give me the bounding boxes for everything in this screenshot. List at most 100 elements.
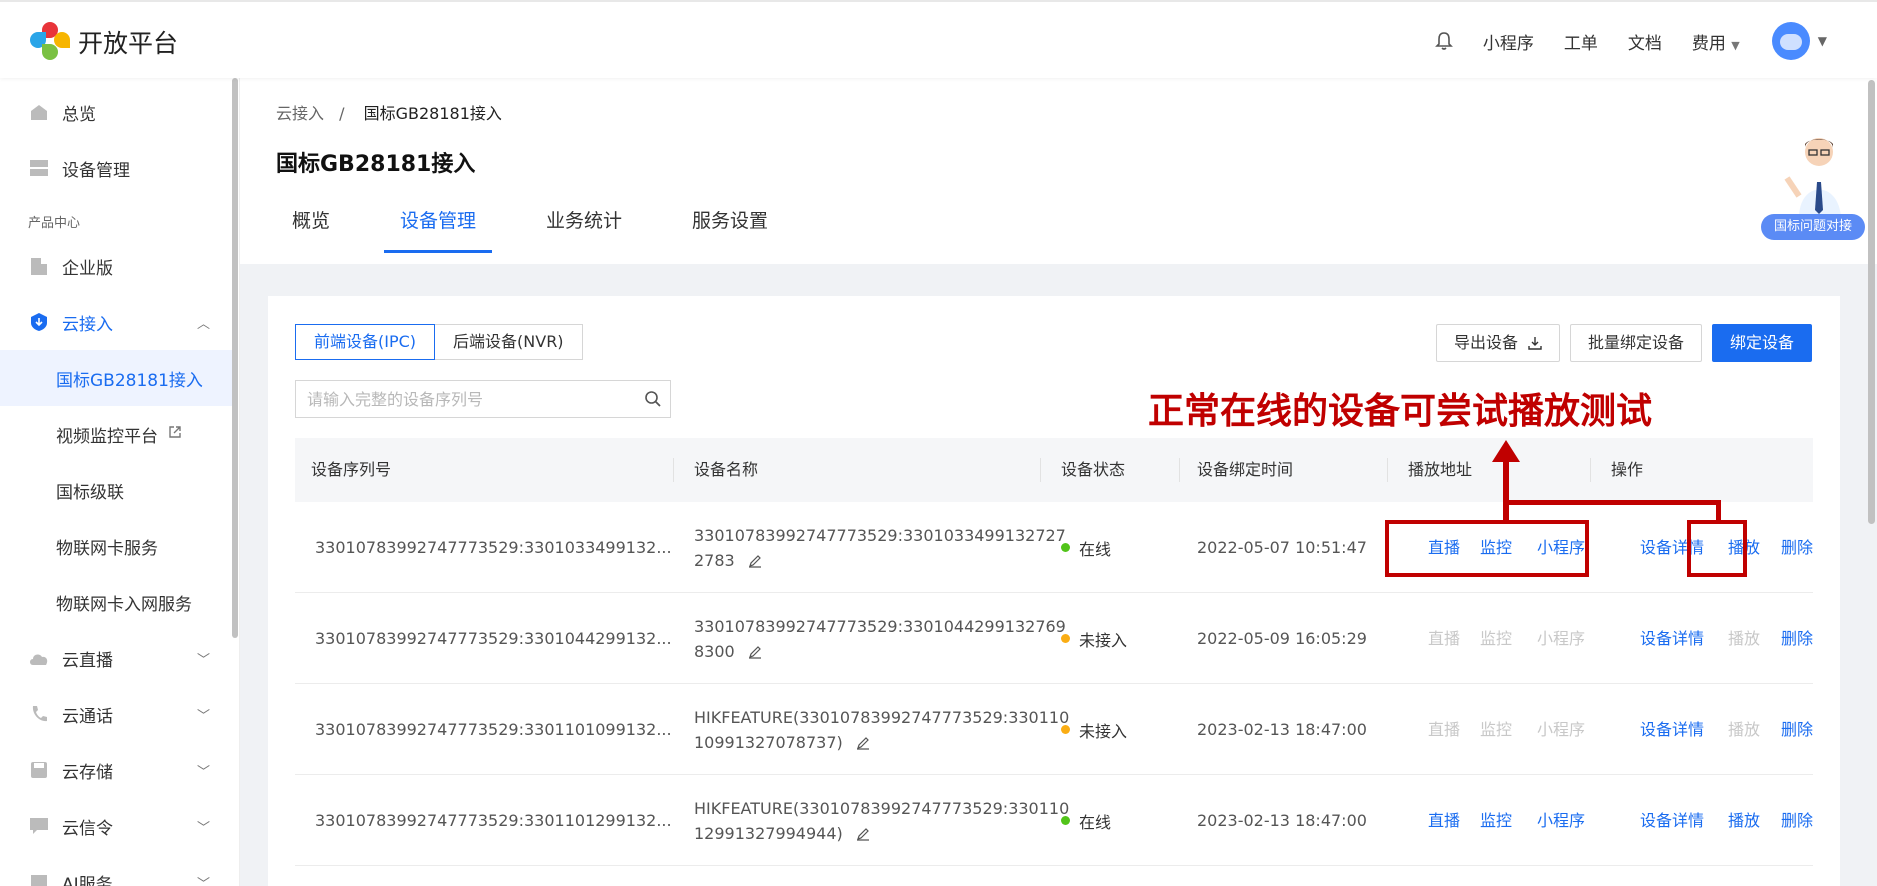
mascot-icon (1784, 138, 1841, 218)
sidebar-item-cloud-access[interactable]: 云接入 ︿ (0, 294, 232, 350)
delete-link[interactable]: 删除 (1781, 593, 1813, 684)
status-cell: 未接入 (1061, 684, 1127, 775)
page-scrollbar[interactable] (1868, 80, 1875, 524)
sidebar-item-cloud-call[interactable]: 云通话 ﹀ (0, 686, 232, 742)
export-button[interactable]: 导出设备 (1435, 324, 1560, 362)
status-dot-icon (1061, 725, 1070, 734)
device-detail-link[interactable]: 设备详情 (1640, 684, 1704, 775)
message-icon (28, 816, 50, 836)
col-name: 设备名称 (694, 460, 759, 479)
sidebar-item-iot-card-network[interactable]: 物联网卡入网服务 (0, 574, 232, 630)
top-nav: 小程序 工单 文档 费用 ▼ ▼ (1434, 2, 1877, 80)
edit-icon[interactable] (748, 645, 762, 659)
serial-number: 33010783992747773529:3301033499132... (315, 538, 672, 557)
miniprogram-link[interactable]: 小程序 (1537, 593, 1585, 684)
live-link[interactable]: 直播 (1428, 684, 1460, 775)
serial-cell: 33010783992747773529:3301101099132... (315, 684, 672, 775)
monitor-link[interactable]: 监控 (1480, 593, 1512, 684)
search-icon[interactable] (644, 390, 662, 408)
breadcrumb-parent[interactable]: 云接入 (276, 104, 324, 123)
device-type-toggle: 前端设备(IPC) 后端设备(NVR) (295, 324, 583, 360)
chevron-down-icon: ﹀ (196, 876, 210, 886)
col-divider (1590, 458, 1591, 482)
chevron-up-icon: ︿ (196, 316, 210, 332)
front-device-tab[interactable]: 前端设备(IPC) (295, 324, 436, 360)
tab-device-mgmt[interactable]: 设备管理 (384, 206, 493, 253)
brand-logo-icon (28, 22, 70, 62)
logo[interactable]: 开放平台 (28, 22, 178, 62)
device-name: HIKFEATURE(33010783992747773529:330110 (694, 708, 1070, 727)
sidebar-item-label: 国标GB28181接入 (56, 370, 203, 391)
nav-ticket[interactable]: 工单 (1564, 29, 1598, 54)
miniprogram-link[interactable]: 小程序 (1537, 775, 1585, 866)
edit-icon[interactable] (856, 827, 870, 841)
annotation-arrow-icon (1492, 440, 1520, 462)
serial-cell: 33010783992747773529:3301044299132... (315, 593, 672, 684)
miniprogram-link[interactable]: 小程序 (1537, 684, 1585, 775)
name-cell: HIKFEATURE(33010783992747773529:330110 1… (694, 775, 1070, 866)
device-name: HIKFEATURE(33010783992747773529:330110 (694, 799, 1070, 818)
support-helper[interactable]: 国标问题对接 (1761, 130, 1865, 240)
play-link[interactable]: 播放 (1728, 593, 1760, 684)
sidebar-item-cloud-storage[interactable]: 云存储 ﹀ (0, 742, 232, 798)
sidebar-item-ai[interactable]: AI服务 ﹀ (0, 854, 232, 886)
name-cell: 33010783992747773529:3301033499132727 27… (694, 502, 1066, 593)
search-input[interactable] (296, 381, 616, 417)
name-cell: 33010783992747773529:3301044299132769 83… (694, 593, 1066, 684)
col-divider (1040, 458, 1041, 482)
play-link[interactable]: 播放 (1728, 775, 1760, 866)
sidebar-scrollbar[interactable] (232, 78, 238, 638)
phone-icon (28, 704, 50, 724)
sidebar-item-label: 物联网卡服务 (56, 538, 158, 559)
avatar[interactable] (1771, 22, 1810, 60)
sidebar-item-cloud-signal[interactable]: 云信令 ﹀ (0, 798, 232, 854)
shield-icon (28, 312, 50, 332)
bind-time: 2022-05-07 10:51:47 (1197, 538, 1367, 557)
nav-fees[interactable]: 费用 ▼ (1692, 29, 1740, 54)
sidebar-item-cloud-live[interactable]: 云直播 ﹀ (0, 630, 232, 686)
sidebar-item-iot-card[interactable]: 物联网卡服务 (0, 518, 232, 574)
serial-cell: 33010783992747773529:3301033499132... (315, 502, 672, 593)
live-link[interactable]: 直播 (1428, 593, 1460, 684)
delete-link[interactable]: 删除 (1781, 684, 1813, 775)
status-badge: 未接入 (1079, 630, 1128, 650)
bind-device-button[interactable]: 绑定设备 (1711, 324, 1812, 362)
bell-icon[interactable] (1434, 31, 1453, 51)
sidebar-item-label: 设备管理 (62, 160, 130, 181)
table-row: 33010783992747773529:3301044299132... 33… (295, 593, 1813, 684)
live-link[interactable]: 直播 (1428, 775, 1460, 866)
delete-link[interactable]: 删除 (1781, 775, 1813, 866)
breadcrumb-current: 国标GB28181接入 (363, 104, 502, 123)
sidebar-item-gb28181[interactable]: 国标GB28181接入 (0, 350, 232, 406)
table-row: 33010783992747773529:3301101099132... HI… (295, 684, 1813, 775)
play-link[interactable]: 播放 (1728, 684, 1760, 775)
nav-miniprogram[interactable]: 小程序 (1483, 29, 1534, 54)
batch-bind-button[interactable]: 批量绑定设备 (1569, 324, 1702, 362)
sidebar-item-enterprise[interactable]: 企业版 (0, 238, 232, 294)
sidebar-item-overview[interactable]: 总览 (0, 84, 232, 140)
helper-label[interactable]: 国标问题对接 (1761, 214, 1865, 240)
tab-overview[interactable]: 概览 (276, 206, 346, 253)
device-detail-link[interactable]: 设备详情 (1640, 593, 1704, 684)
device-name-cont: 12991327994944) (694, 824, 843, 843)
sidebar-item-cascade[interactable]: 国标级联 (0, 462, 232, 518)
sidebar-item-video-platform[interactable]: 视频监控平台 (0, 406, 232, 462)
tab-statistics[interactable]: 业务统计 (530, 206, 638, 253)
sidebar-item-device-mgmt[interactable]: 设备管理 (0, 140, 232, 196)
delete-link[interactable]: 删除 (1781, 502, 1813, 593)
annotation-box-play-url (1385, 520, 1589, 577)
monitor-link[interactable]: 监控 (1480, 775, 1512, 866)
monitor-link[interactable]: 监控 (1480, 684, 1512, 775)
edit-icon[interactable] (748, 554, 762, 568)
annotation-text: 正常在线的设备可尝试播放测试 (1148, 391, 1653, 432)
tab-service-settings[interactable]: 服务设置 (676, 206, 784, 253)
col-play-url: 播放地址 (1408, 460, 1473, 479)
nav-docs[interactable]: 文档 (1628, 29, 1662, 54)
edit-icon[interactable] (856, 736, 870, 750)
device-detail-link[interactable]: 设备详情 (1640, 775, 1704, 866)
brand-name: 开放平台 (78, 29, 179, 58)
home-icon (28, 102, 50, 122)
sidebar-item-label: 总览 (62, 104, 96, 125)
back-device-tab[interactable]: 后端设备(NVR) (435, 324, 583, 360)
avatar-chevron-down-icon[interactable]: ▼ (1818, 34, 1827, 48)
